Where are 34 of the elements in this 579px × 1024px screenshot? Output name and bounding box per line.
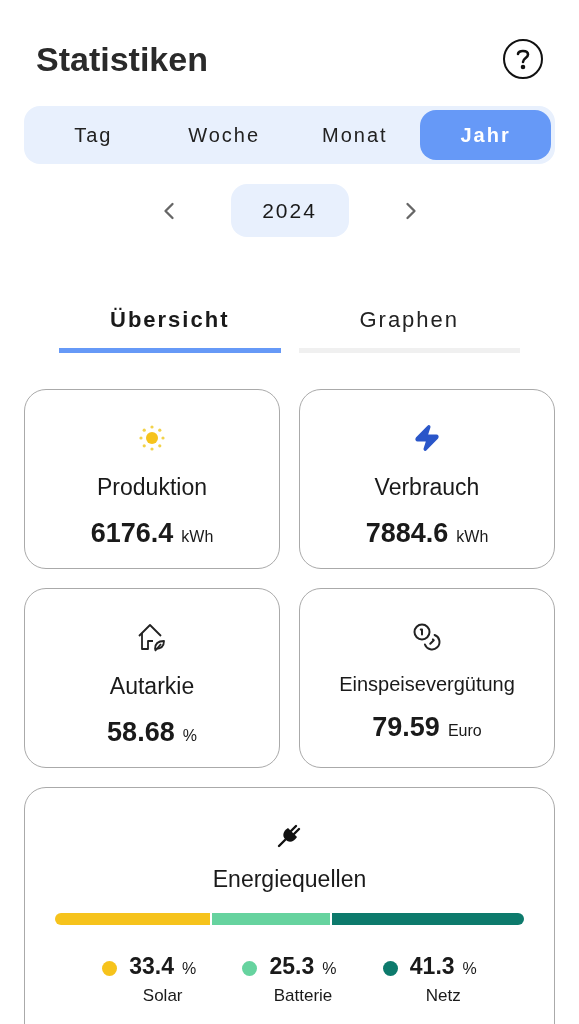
source-value: 41.3 — [409, 951, 455, 981]
stat-value: 79.59 — [372, 711, 440, 744]
source-unit: % — [462, 958, 477, 979]
stat-label: Produktion — [97, 473, 207, 502]
source-unit: % — [181, 958, 197, 979]
source-name: Solar — [142, 985, 183, 1007]
period-tab[interactable]: Monat — [289, 110, 421, 160]
stat-value: 58.68 — [107, 715, 175, 749]
stat-unit: % — [182, 725, 197, 746]
stat-unit: kWh — [181, 526, 214, 547]
stat-label: Autarkie — [109, 672, 195, 701]
stat-unit: Euro — [447, 721, 482, 741]
source-name: Netz — [425, 985, 461, 1007]
source-value: 33.4 — [129, 951, 174, 981]
page-title: Statistiken — [36, 38, 208, 80]
house-leaf-icon — [136, 622, 168, 652]
help-icon[interactable] — [503, 39, 543, 79]
view-tab[interactable]: Übersicht — [59, 303, 281, 353]
stat-value: 7884.6 — [365, 516, 449, 550]
lightning-icon — [413, 424, 441, 452]
sources-label: Energiequellen — [212, 865, 367, 894]
year-label: 2024 — [230, 184, 349, 237]
stat-label: Verbrauch — [374, 473, 480, 502]
stat-label: Einspeisevergütung — [339, 672, 515, 697]
stat-value: 6176.4 — [90, 516, 174, 550]
stat-unit: kWh — [456, 526, 489, 547]
sun-icon — [137, 423, 167, 453]
view-tab[interactable]: Graphen — [298, 303, 520, 353]
period-tab[interactable]: Tag — [28, 110, 159, 160]
source-name: Batterie — [273, 985, 333, 1007]
source-unit: % — [322, 958, 337, 979]
coins-icon — [412, 622, 442, 652]
source-value: 25.3 — [269, 951, 315, 981]
period-tab[interactable]: Woche — [158, 110, 290, 160]
